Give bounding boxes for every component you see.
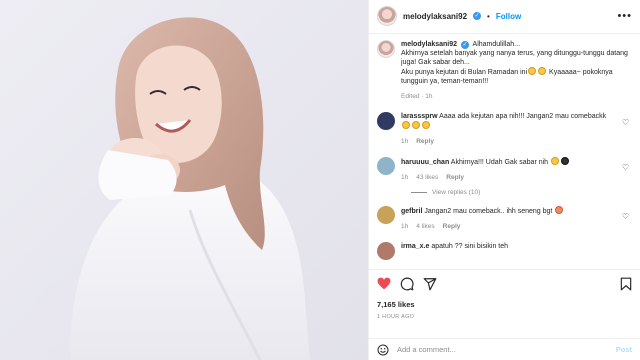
caption-edited: Edited · 1h	[401, 92, 433, 100]
follow-button[interactable]: Follow	[496, 12, 521, 21]
comment-row: larasssprw Aaaa ada kejutan apa nih!!! J…	[377, 111, 632, 146]
post-side-panel: melodylaksani92 ✓ • Follow ••• melodylak…	[368, 0, 640, 360]
emoji-icon[interactable]	[377, 344, 389, 356]
comment-time[interactable]: 1h	[401, 137, 408, 146]
commenter-username[interactable]: larasssprw	[401, 113, 438, 120]
caption-username[interactable]: melodylaksani92	[401, 41, 457, 48]
commenter-avatar[interactable]	[377, 111, 395, 130]
commenter-avatar[interactable]	[377, 241, 395, 260]
view-replies-line	[411, 191, 427, 193]
commenter-username[interactable]: irma_x.e	[401, 243, 429, 250]
caption: melodylaksani92 ✓ Alhamdulillah... Akhir…	[377, 39, 632, 101]
likes-count[interactable]: 7,165 likes	[377, 300, 632, 309]
comment-likes[interactable]: 43 likes	[416, 173, 438, 182]
author-avatar[interactable]	[377, 6, 397, 27]
bookmark-icon[interactable]	[620, 277, 632, 291]
comment-row: irma_x.e apatuh ?? sini bisikin teh	[377, 241, 632, 260]
post-time[interactable]: 1 HOUR AGO	[377, 314, 632, 320]
view-replies-label: View replies (10)	[432, 188, 481, 196]
author-username[interactable]: melodylaksani92	[403, 12, 467, 21]
post-header: melodylaksani92 ✓ • Follow •••	[369, 0, 640, 34]
comment-text: Jangan2 mau comeback.. ihh seneng bgt	[424, 207, 553, 215]
verified-icon: ✓	[473, 12, 482, 21]
commenter-username[interactable]: haruuuu_chan	[401, 159, 449, 166]
comment-heart-icon[interactable]: ♡	[622, 212, 632, 231]
comment-heart-icon[interactable]: ♡	[622, 163, 632, 182]
caption-avatar[interactable]	[377, 39, 395, 58]
emoji-icon	[402, 120, 410, 129]
comment-input[interactable]: Add a comment...	[397, 345, 608, 354]
emoji-icon	[551, 156, 560, 165]
commenter-username[interactable]: gefbril	[401, 208, 422, 215]
more-icon[interactable]: •••	[617, 10, 632, 22]
comment-time[interactable]: 1h	[401, 222, 408, 231]
comment-time[interactable]: 1h	[401, 173, 408, 182]
add-comment-bar: Add a comment... Post	[369, 338, 640, 360]
share-icon[interactable]	[423, 277, 437, 291]
post-comment-button[interactable]: Post	[616, 345, 632, 354]
comment-text: Aaaa ada kejutan apa nih!!! Jangan2 mau …	[439, 112, 607, 120]
comments-list[interactable]: melodylaksani92 ✓ Alhamdulillah... Akhir…	[369, 34, 640, 269]
comment-row: haruuuu_chan Akhirnya!!! Udah Gak sabar …	[377, 156, 632, 182]
emoji-icon	[412, 120, 420, 129]
emoji-icon	[561, 156, 570, 165]
heart-icon[interactable]	[377, 277, 391, 290]
comment-icon[interactable]	[400, 277, 414, 291]
verified-icon: ✓	[460, 40, 469, 49]
post-actions: 7,165 likes 1 HOUR AGO	[369, 268, 640, 338]
comment-text: Akhirnya!!! Udah Gak sabar nih	[450, 158, 549, 166]
separator-dot: •	[487, 11, 490, 21]
emoji-icon	[538, 66, 547, 75]
comment-likes[interactable]: 4 likes	[416, 222, 434, 231]
commenter-avatar[interactable]	[377, 156, 395, 175]
reply-button[interactable]: Reply	[416, 137, 434, 146]
emoji-icon	[555, 205, 564, 214]
reply-button[interactable]: Reply	[446, 173, 464, 182]
comment-text: apatuh ?? sini bisikin teh	[431, 242, 509, 250]
post-photo[interactable]	[0, 0, 368, 360]
photo-illustration	[0, 0, 368, 360]
emoji-icon	[422, 120, 430, 129]
instagram-post: melodylaksani92 ✓ • Follow ••• melodylak…	[0, 0, 640, 360]
comment-row: gefbril Jangan2 mau comeback.. ihh senen…	[377, 205, 632, 231]
comment-heart-icon[interactable]: ♡	[622, 118, 632, 146]
view-replies-button[interactable]: View replies (10)	[411, 189, 632, 196]
emoji-icon	[528, 66, 537, 75]
commenter-avatar[interactable]	[377, 205, 395, 224]
reply-button[interactable]: Reply	[443, 222, 461, 231]
